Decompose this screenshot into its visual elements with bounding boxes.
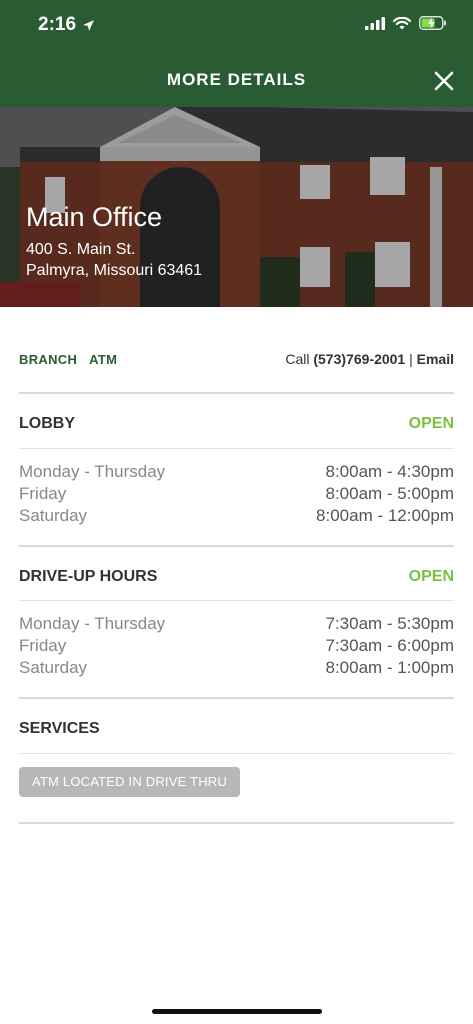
contact-separator: |: [409, 351, 413, 367]
service-tag: ATM LOCATED IN DRIVE THRU: [19, 767, 240, 797]
services-header: SERVICES: [19, 720, 454, 738]
tab-bar: BRANCH ATM: [19, 352, 117, 367]
address-line-2: Palmyra, Missouri 63461: [26, 262, 203, 279]
hours-row: Saturday 8:00am - 12:00pm: [19, 505, 454, 527]
drive-up-hours-list: Monday - Thursday 7:30am - 5:30pm Friday…: [19, 613, 454, 679]
hours-time: 7:30am - 5:30pm: [325, 614, 454, 633]
hours-days: Friday: [19, 636, 67, 655]
tab-atm[interactable]: ATM: [89, 352, 117, 367]
drive-up-title: DRIVE-UP HOURS: [19, 568, 158, 585]
lobby-status-badge: OPEN: [408, 415, 454, 432]
hours-time: 8:00am - 4:30pm: [325, 462, 454, 481]
hours-days: Monday - Thursday: [19, 614, 166, 633]
email-link[interactable]: Email: [417, 351, 454, 367]
status-time: 2:16: [38, 14, 95, 36]
status-icons: [365, 16, 447, 30]
hours-row: Friday 8:00am - 5:00pm: [19, 483, 454, 505]
hours-days: Saturday: [19, 506, 88, 525]
tab-branch[interactable]: BRANCH: [19, 352, 77, 367]
divider: [19, 600, 454, 601]
close-icon: [434, 71, 454, 91]
branch-name: Main Office: [26, 202, 163, 232]
page-title: MORE DETAILS: [166, 70, 307, 89]
location-arrow-icon: [83, 19, 94, 31]
call-label: Call: [285, 351, 310, 367]
divider: [19, 448, 454, 449]
hours-time: 7:30am - 6:00pm: [325, 636, 454, 655]
lobby-hours-list: Monday - Thursday 8:00am - 4:30pm Friday…: [19, 461, 454, 527]
home-indicator[interactable]: [152, 1009, 322, 1014]
hours-days: Monday - Thursday: [19, 462, 166, 481]
divider: [19, 753, 454, 754]
hours-time: 8:00am - 5:00pm: [325, 484, 454, 503]
services-title: SERVICES: [19, 720, 100, 737]
lobby-header: LOBBY OPEN: [19, 415, 454, 433]
status-time-text: 2:16: [38, 14, 77, 35]
drive-up-status-badge: OPEN: [408, 568, 454, 585]
hours-row: Monday - Thursday 8:00am - 4:30pm: [19, 461, 454, 483]
divider: [19, 545, 454, 547]
battery-charging-icon: [419, 16, 446, 30]
wifi-icon: [393, 16, 411, 29]
hours-time: 8:00am - 12:00pm: [316, 506, 454, 525]
hours-row: Monday - Thursday 7:30am - 5:30pm: [19, 613, 454, 635]
divider: [19, 697, 454, 699]
contact-links: Call (573)769-2001 | Email: [285, 351, 454, 367]
divider: [19, 822, 454, 824]
address-line-1: 400 S. Main St.: [26, 241, 136, 258]
lobby-title: LOBBY: [19, 415, 75, 432]
hours-days: Friday: [19, 484, 67, 503]
close-button[interactable]: [429, 66, 459, 96]
tabs-contact-row: BRANCH ATM Call (573)769-2001 | Email: [19, 348, 454, 370]
hours-row: Saturday 8:00am - 1:00pm: [19, 657, 454, 679]
hours-time: 8:00am - 1:00pm: [325, 658, 454, 677]
phone-link[interactable]: (573)769-2001: [313, 351, 405, 367]
app-header: 2:16 MORE DETAILS: [0, 0, 473, 107]
hours-days: Saturday: [19, 658, 88, 677]
hours-row: Friday 7:30am - 6:00pm: [19, 635, 454, 657]
drive-up-header: DRIVE-UP HOURS OPEN: [19, 568, 454, 586]
signal-icon: [365, 16, 385, 30]
branch-hero-image: Main Office 400 S. Main St. Palmyra, Mis…: [0, 107, 473, 307]
divider: [19, 392, 454, 394]
